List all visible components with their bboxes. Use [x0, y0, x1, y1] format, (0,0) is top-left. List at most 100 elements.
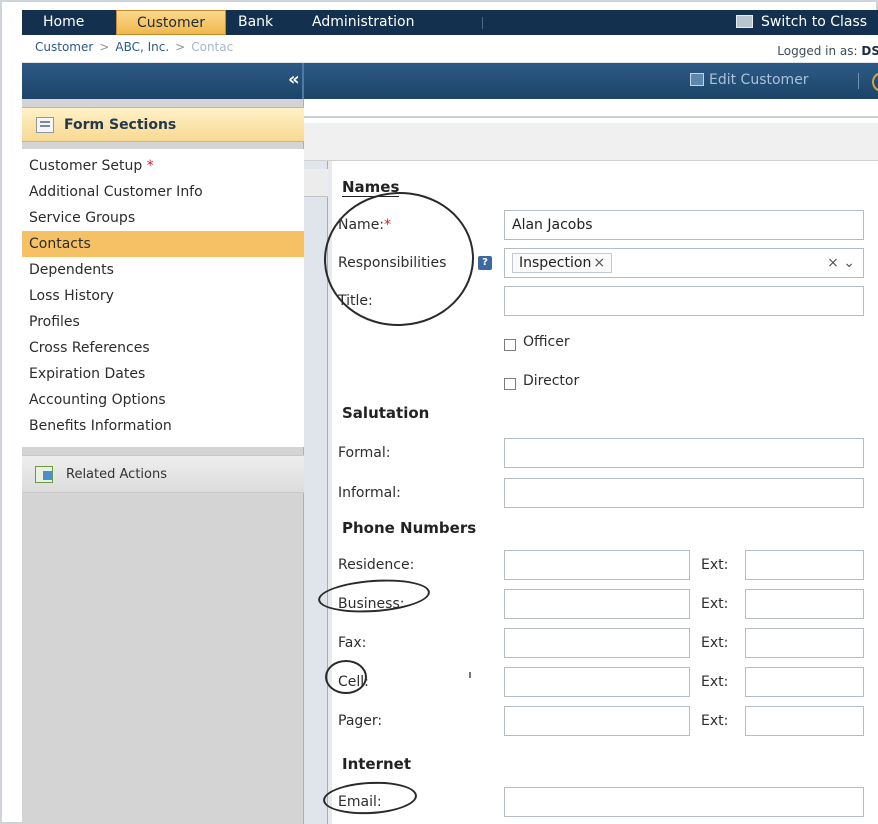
- business-ext-label: Ext:: [701, 596, 729, 612]
- section-benefits-information[interactable]: Benefits Information: [22, 413, 304, 439]
- related-actions-header[interactable]: Related Actions: [22, 455, 304, 493]
- header-rule: [304, 116, 878, 118]
- informal-input[interactable]: [504, 478, 864, 508]
- switch-label: Switch to Class: [761, 14, 868, 30]
- section-service-groups[interactable]: Service Groups: [22, 205, 304, 231]
- nav-home[interactable]: Home: [43, 10, 103, 35]
- responsibility-tag: Inspection ×: [512, 253, 613, 273]
- edit-icon: [690, 73, 704, 86]
- pager-input[interactable]: [504, 706, 690, 736]
- breadcrumb-customer[interactable]: Customer: [35, 40, 93, 54]
- section-accounting-options[interactable]: Accounting Options: [22, 387, 304, 413]
- content-tab-stub[interactable]: [304, 169, 328, 197]
- informal-label: Informal:: [338, 485, 401, 501]
- pager-ext-input[interactable]: [745, 706, 864, 736]
- breadcrumb: Customer > ABC, Inc. > Contac: [35, 40, 233, 54]
- officer-label: Officer: [523, 334, 570, 350]
- help-ring-icon[interactable]: [872, 72, 878, 92]
- required-marker: *: [146, 158, 154, 174]
- breadcrumb-abc-inc[interactable]: ABC, Inc.: [115, 40, 169, 54]
- section-expiration-dates[interactable]: Expiration Dates: [22, 361, 304, 387]
- logged-in-label: Logged in as:: [777, 44, 858, 58]
- name-label: Name:*: [338, 217, 391, 233]
- fax-input[interactable]: [504, 628, 690, 658]
- edit-customer-label: Edit Customer: [709, 72, 809, 88]
- top-nav-bar: Home Customer Bank Administration Switch…: [22, 10, 878, 35]
- responsibilities-multiselect[interactable]: Inspection × × ⌄: [504, 248, 864, 278]
- content-left-strip: [304, 161, 328, 824]
- sidebar: Form Sections Customer Setup * Additiona…: [22, 99, 304, 824]
- business-ext-input[interactable]: [745, 589, 864, 619]
- nav-bank[interactable]: Bank: [238, 10, 288, 35]
- residence-ext-input[interactable]: [745, 550, 864, 580]
- nav-customer[interactable]: Customer: [116, 10, 226, 35]
- chevron-down-icon[interactable]: ⌄: [843, 255, 855, 271]
- cell-label: Cell:: [338, 674, 369, 690]
- sub-toolbar: [304, 123, 878, 161]
- multiselect-controls: × ⌄: [827, 249, 855, 277]
- form-sections-icon: [36, 117, 54, 133]
- breadcrumb-bar: Customer > ABC, Inc. > Contac Logged in as: …: [22, 35, 878, 63]
- section-title-names: Names: [342, 178, 400, 197]
- required-marker: *: [384, 217, 392, 233]
- director-checkbox[interactable]: [504, 378, 516, 390]
- form-sections-list: Customer Setup * Additional Customer Inf…: [22, 149, 304, 447]
- email-input[interactable]: [504, 787, 864, 817]
- section-loss-history[interactable]: Loss History: [22, 283, 304, 309]
- section-contacts[interactable]: Contacts: [22, 231, 304, 257]
- cell-ext-label: Ext:: [701, 674, 729, 690]
- breadcrumb-separator: >: [175, 40, 186, 54]
- pager-ext-label: Ext:: [701, 713, 729, 729]
- section-profiles[interactable]: Profiles: [22, 309, 304, 335]
- breadcrumb-contacts[interactable]: Contac: [191, 40, 233, 54]
- email-label: Email:: [338, 794, 382, 810]
- form-sections-header[interactable]: Form Sections: [22, 107, 304, 142]
- name-input[interactable]: Alan Jacobs: [504, 210, 864, 240]
- toolbar-divider: [302, 63, 304, 99]
- monitor-icon: [736, 15, 753, 28]
- formal-label: Formal:: [338, 445, 391, 461]
- fax-label: Fax:: [338, 635, 367, 651]
- fax-ext-label: Ext:: [701, 635, 729, 651]
- collapse-sidebar-button[interactable]: «: [288, 69, 300, 90]
- toolbar-separator: [858, 73, 859, 89]
- related-actions-label: Related Actions: [66, 467, 167, 482]
- breadcrumb-separator: >: [99, 40, 110, 54]
- formal-input[interactable]: [504, 438, 864, 468]
- cell-ext-input[interactable]: [745, 667, 864, 697]
- section-customer-setup[interactable]: Customer Setup *: [22, 153, 304, 179]
- director-label: Director: [523, 373, 580, 389]
- remove-tag-icon[interactable]: ×: [593, 255, 605, 271]
- section-dependents[interactable]: Dependents: [22, 257, 304, 283]
- stray-cursor-mark: [469, 672, 471, 678]
- section-cross-references[interactable]: Cross References: [22, 335, 304, 361]
- clear-icon[interactable]: ×: [827, 255, 839, 271]
- residence-ext-label: Ext:: [701, 557, 729, 573]
- section-title-phone-numbers: Phone Numbers: [342, 519, 477, 537]
- name-label-text: Name:: [338, 217, 385, 233]
- section-additional-customer-info[interactable]: Additional Customer Info: [22, 179, 304, 205]
- tag-label: Inspection: [519, 255, 592, 271]
- section-label: Customer Setup: [29, 158, 143, 174]
- business-input[interactable]: [504, 589, 690, 619]
- cell-input[interactable]: [504, 667, 690, 697]
- switch-to-classic-link[interactable]: Switch to Class: [736, 10, 867, 35]
- logged-in-user: DS: [861, 44, 878, 58]
- title-label: Title:: [338, 293, 373, 309]
- nav-administration[interactable]: Administration: [312, 10, 452, 35]
- title-input[interactable]: [504, 286, 864, 316]
- help-icon[interactable]: ?: [478, 256, 492, 270]
- section-title-internet: Internet: [342, 755, 412, 773]
- toolbar: « Edit Customer: [22, 63, 878, 99]
- fax-ext-input[interactable]: [745, 628, 864, 658]
- residence-label: Residence:: [338, 557, 415, 573]
- window-frame: Home Customer Bank Administration Switch…: [0, 0, 878, 824]
- officer-checkbox[interactable]: [504, 339, 516, 351]
- residence-input[interactable]: [504, 550, 690, 580]
- related-actions-icon: [35, 466, 53, 483]
- business-label: Business:: [338, 596, 405, 612]
- logged-in-indicator: Logged in as: DS: [777, 44, 878, 58]
- form-sections-title: Form Sections: [64, 117, 177, 133]
- edit-customer-button[interactable]: Edit Customer: [690, 72, 809, 88]
- nav-divider: [482, 17, 483, 29]
